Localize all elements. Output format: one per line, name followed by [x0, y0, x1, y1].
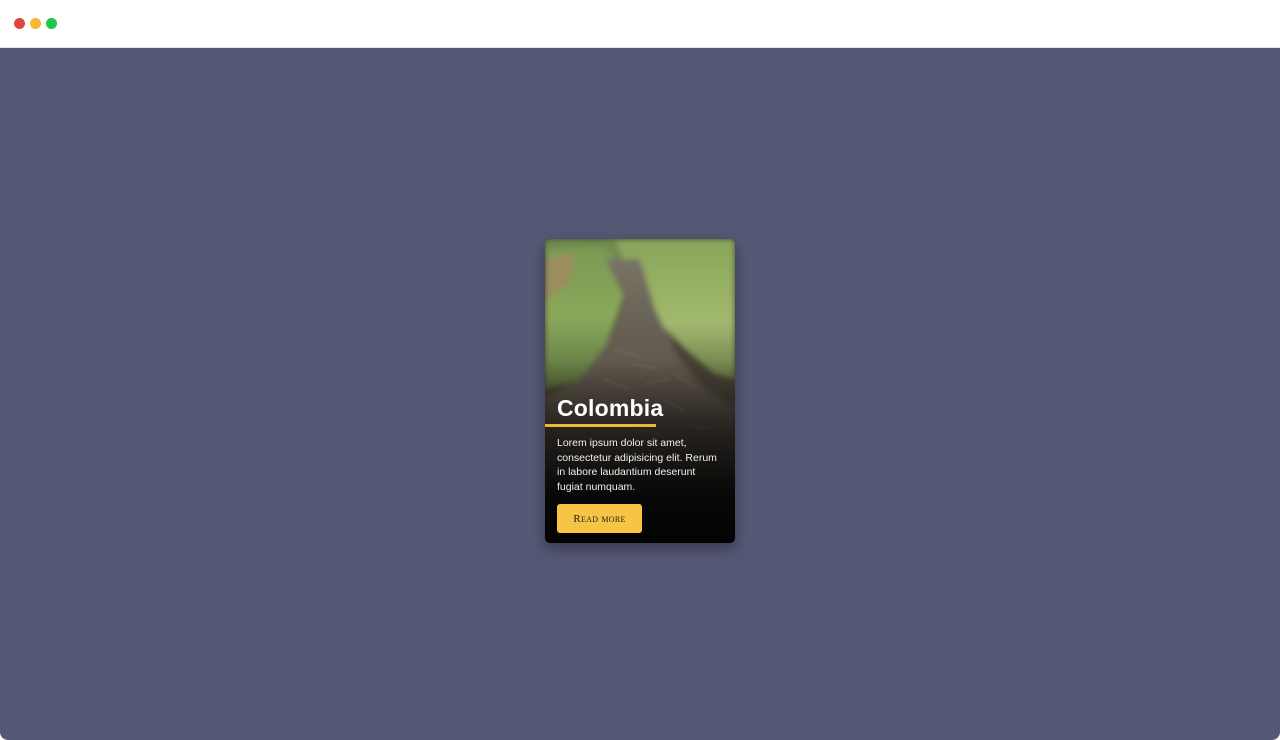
card-content: Colombia Lorem ipsum dolor sit amet, con… — [545, 394, 735, 534]
maximize-window-icon[interactable] — [46, 18, 57, 29]
card-title: Colombia — [557, 395, 664, 421]
read-more-button[interactable]: Read more — [557, 504, 642, 534]
card-description: Lorem ipsum dolor sit amet, consectetur … — [557, 437, 717, 493]
minimize-window-icon[interactable] — [30, 18, 41, 29]
close-window-icon[interactable] — [14, 18, 25, 29]
title-underline — [545, 424, 656, 427]
window-titlebar — [0, 0, 1280, 48]
destination-card[interactable]: Colombia Lorem ipsum dolor sit amet, con… — [545, 239, 735, 543]
page-background: Colombia Lorem ipsum dolor sit amet, con… — [0, 48, 1280, 740]
browser-window: Colombia Lorem ipsum dolor sit amet, con… — [0, 0, 1280, 740]
